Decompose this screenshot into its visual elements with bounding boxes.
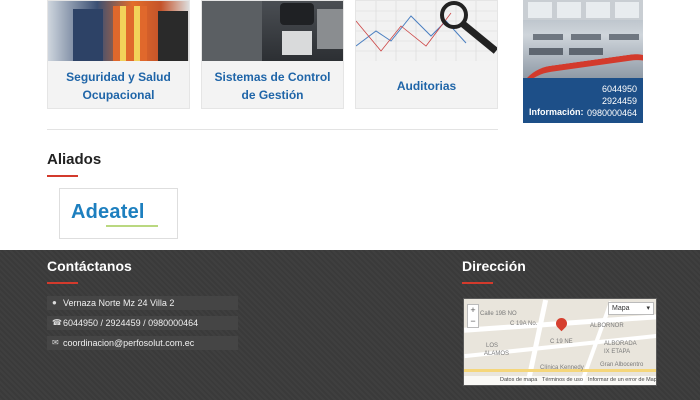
service-card-sistemas[interactable]: Sistemas de Control de Gestión: [201, 0, 344, 109]
phone-row: ☎ 6044950 / 2924459 / 0980000464: [47, 316, 238, 330]
banner-phone: 6044950: [601, 84, 637, 94]
service-label[interactable]: Auditorias: [356, 61, 497, 110]
chevron-down-icon: ▾: [646, 305, 650, 312]
location-pin-icon[interactable]: [553, 315, 570, 332]
map-marker-icon: ●: [52, 298, 57, 307]
map-label: C 19A No.: [510, 321, 538, 327]
email-link[interactable]: coordinacion@perfosolut.com.ec: [63, 338, 194, 348]
contact-underline: [47, 282, 78, 284]
service-label[interactable]: Sistemas de Control de Gestión: [202, 61, 343, 110]
service-image-seguridad: [48, 1, 189, 61]
direction-underline: [462, 282, 493, 284]
map-label: Gran Albocentro: [600, 362, 644, 368]
contact-heading: Contáctanos: [47, 258, 132, 274]
map-zoom-control[interactable]: + −: [467, 304, 479, 328]
banner-info: Información: 6044950 2924459 0980000464: [523, 78, 643, 123]
zoom-in-icon[interactable]: +: [468, 305, 478, 316]
banner-phone: 2924459: [601, 96, 637, 106]
chart-magnifier-illustration: [356, 1, 497, 61]
envelope-icon: ✉: [52, 338, 59, 347]
banner-phones: 6044950 2924459 0980000464: [587, 83, 637, 119]
map-data-link[interactable]: Datos de mapa: [500, 376, 537, 385]
map-label: LOS: [486, 343, 499, 349]
location-map[interactable]: Calle 19B NO C 19A No. C 19 NE ALBORNOR …: [463, 298, 657, 386]
service-card-seguridad[interactable]: Seguridad y Salud Ocupacional: [47, 0, 190, 109]
aliados-underline: [47, 175, 78, 177]
service-label[interactable]: Seguridad y Salud Ocupacional: [48, 61, 189, 110]
map-road: [524, 299, 549, 385]
map-label: Clínica Kennedy: [540, 365, 584, 371]
map-type-select[interactable]: Mapa ▾: [608, 302, 654, 315]
workers-illustration: [73, 6, 188, 61]
phone-icon: ☎: [52, 318, 62, 327]
map-label: C 19 NE: [550, 339, 573, 345]
address-text: Vernaza Norte Mz 24 Villa 2: [63, 298, 175, 308]
aliados-heading: Aliados: [47, 151, 102, 168]
page: Seguridad y Salud Ocupacional Sistemas d…: [0, 0, 700, 400]
banner-info-label: Información:: [529, 107, 584, 117]
zoom-out-icon[interactable]: −: [468, 316, 478, 327]
map-attribution: Datos de mapa Términos de uso Informar d…: [464, 376, 656, 385]
office-desk-illustration: [202, 1, 343, 61]
phone-text: 6044950 / 2924459 / 0980000464: [63, 318, 199, 328]
adeatel-tagline-mark: [106, 225, 158, 227]
map-label: Calle 19B NO: [480, 311, 517, 317]
map-report-link[interactable]: Informar de un error de Mapa: [588, 376, 656, 385]
service-card-auditorias[interactable]: Auditorias: [355, 0, 498, 109]
map-type-label[interactable]: Mapa: [612, 305, 630, 312]
direction-heading: Dirección: [462, 258, 526, 274]
map-terms-link[interactable]: Términos de uso: [542, 376, 583, 385]
map-label: IX ETAPA: [604, 349, 631, 355]
footer: Contáctanos ● Vernaza Norte Mz 24 Villa …: [0, 250, 700, 400]
service-image-sistemas: [202, 1, 343, 61]
map-label: ALBORNOR: [590, 323, 624, 329]
section-divider: [47, 129, 498, 130]
partner-adeatel[interactable]: Adeatel: [59, 188, 178, 239]
map-label: ALBORADA: [604, 341, 637, 347]
banner-phone: 0980000464: [586, 108, 637, 118]
email-row[interactable]: ✉ coordinacion@perfosolut.com.ec: [47, 336, 238, 350]
map-label: ALAMOS: [484, 351, 510, 357]
contact-banner[interactable]: Información: 6044950 2924459 0980000464: [523, 0, 643, 123]
adeatel-logo: Adeatel: [71, 201, 145, 223]
address-row: ● Vernaza Norte Mz 24 Villa 2: [47, 296, 238, 310]
service-image-auditorias: [356, 1, 497, 61]
